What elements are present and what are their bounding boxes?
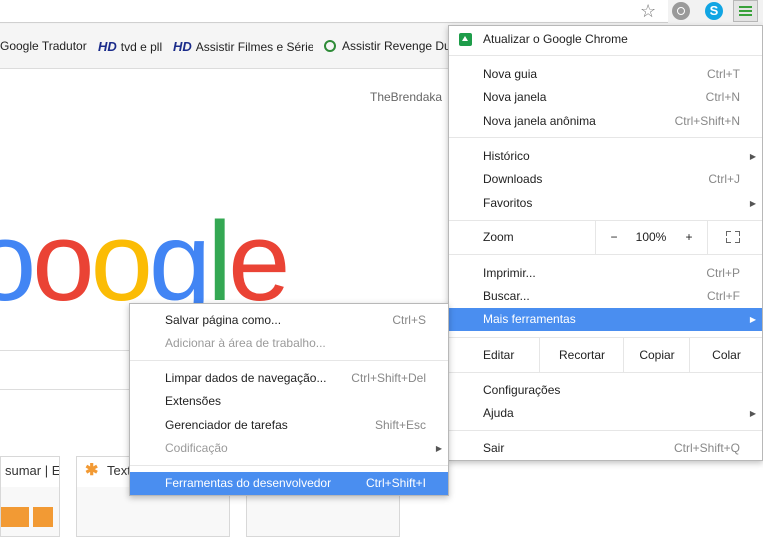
- tile-title: Text: [107, 463, 131, 478]
- menu-settings[interactable]: Configurações: [449, 379, 762, 402]
- update-icon: [459, 33, 472, 46]
- menu-label: Imprimir...: [483, 266, 536, 280]
- submenu-encoding: Codificação ▶: [130, 437, 448, 460]
- bookmark-google-tradutor[interactable]: Google Tradutor: [0, 39, 87, 53]
- menu-label: Atualizar o Google Chrome: [483, 32, 628, 46]
- menu-shortcut: Ctrl+Shift+Q: [673, 441, 740, 455]
- cut-button[interactable]: Recortar: [539, 338, 624, 372]
- menu-label: Ajuda: [483, 406, 514, 420]
- submenu-add-to-desktop: Adicionar à área de trabalho...: [130, 332, 448, 355]
- bookmark-tvd-e-pll[interactable]: HD tvd e pll: [98, 39, 162, 54]
- menu-label: Histórico: [483, 149, 530, 163]
- address-bar[interactable]: [0, 0, 668, 23]
- menu-update-chrome[interactable]: Atualizar o Google Chrome: [449, 28, 762, 51]
- submenu-save-page[interactable]: Salvar página como... Ctrl+S: [130, 309, 448, 332]
- menu-label: Favoritos: [483, 196, 533, 210]
- menu-new-incognito-window[interactable]: Nova janela anônima Ctrl+Shift+N: [449, 110, 762, 133]
- menu-edit-row: Editar Recortar Copiar Colar: [449, 338, 762, 372]
- menu-shortcut: Ctrl+J: [708, 172, 740, 186]
- browser-toolbar: ☆ S: [0, 0, 763, 24]
- menu-new-window[interactable]: Nova janela Ctrl+N: [449, 86, 762, 109]
- zoom-label: Zoom: [483, 230, 514, 244]
- menu-shortcut: Ctrl+Shift+I: [365, 476, 426, 490]
- menu-label: Nova janela anônima: [483, 114, 596, 128]
- search-box[interactable]: [0, 350, 140, 390]
- site-logo-icon: ✱: [85, 462, 99, 479]
- menu-shortcut: Ctrl+N: [705, 90, 740, 104]
- menu-downloads[interactable]: Downloads Ctrl+J: [449, 168, 762, 191]
- menu-label: Codificação: [165, 441, 228, 455]
- bookmark-label: Google Tradutor: [0, 39, 87, 53]
- menu-zoom-row: Zoom − 100% +: [449, 220, 762, 254]
- submenu-developer-tools[interactable]: Ferramentas do desenvolvedor Ctrl+Shift+…: [130, 472, 448, 495]
- menu-label: Configurações: [483, 383, 561, 397]
- chevron-right-icon: ▶: [435, 444, 442, 453]
- edit-label: Editar: [483, 348, 515, 362]
- bookmark-label: tvd e pll: [120, 40, 163, 54]
- paste-button[interactable]: Colar: [689, 338, 763, 372]
- submenu-extensions[interactable]: Extensões: [130, 390, 448, 413]
- menu-label: Adicionar à área de trabalho...: [165, 336, 326, 350]
- chrome-main-menu: Atualizar o Google Chrome Nova guia Ctrl…: [448, 25, 763, 461]
- zoom-in-button[interactable]: +: [671, 220, 707, 254]
- menu-label: Nova janela: [483, 90, 547, 104]
- copy-button[interactable]: Copiar: [623, 338, 690, 372]
- extension-icon[interactable]: [672, 2, 690, 20]
- menu-label: Downloads: [483, 172, 543, 186]
- bookmark-label: Assistir Revenge Du: [342, 39, 448, 53]
- menu-label: Limpar dados de navegação...: [165, 371, 327, 385]
- zoom-level: 100%: [635, 230, 667, 244]
- menu-shortcut: Ctrl+Shift+N: [674, 114, 740, 128]
- menu-label: Mais ferramentas: [483, 312, 576, 326]
- chevron-right-icon: ▶: [749, 152, 756, 161]
- submenu-clear-browsing-data[interactable]: Limpar dados de navegação... Ctrl+Shift+…: [130, 367, 448, 390]
- bookmark-star-icon[interactable]: ☆: [640, 1, 656, 21]
- menu-favorites[interactable]: Favoritos ▶: [449, 192, 762, 215]
- hd-icon: HD: [173, 39, 192, 54]
- menu-help[interactable]: Ajuda ▶: [449, 402, 762, 425]
- menu-shortcut: Ctrl+T: [707, 67, 740, 81]
- menu-find[interactable]: Buscar... Ctrl+F: [449, 285, 762, 308]
- menu-history[interactable]: Histórico ▶: [449, 145, 762, 168]
- bookmark-label: Assistir Filmes e Série: [195, 40, 313, 54]
- tile-title: sumar | Ec: [5, 463, 60, 478]
- menu-label: Extensões: [165, 394, 222, 408]
- chevron-right-icon: ▶: [749, 409, 756, 418]
- bookmark-assistir-revenge[interactable]: Assistir Revenge Du: [324, 39, 448, 53]
- skype-icon[interactable]: S: [705, 2, 723, 20]
- menu-shortcut: Ctrl+Shift+Del: [351, 371, 426, 385]
- menu-label: Gerenciador de tarefas: [165, 418, 288, 432]
- menu-shortcut: Shift+Esc: [374, 418, 426, 432]
- fullscreen-button[interactable]: [707, 220, 763, 254]
- menu-more-tools[interactable]: Mais ferramentas ▶: [449, 308, 762, 331]
- google-logo: ooogle: [0, 199, 290, 324]
- bookmark-assistir-filmes[interactable]: HD Assistir Filmes e Série: [173, 39, 313, 54]
- play-icon: [324, 40, 336, 52]
- menu-shortcut: Ctrl+F: [707, 289, 740, 303]
- most-visited-tile[interactable]: sumar | Ec: [0, 456, 60, 537]
- submenu-task-manager[interactable]: Gerenciador de tarefas Shift+Esc: [130, 414, 448, 437]
- tile-thumbnail: [1, 487, 59, 536]
- menu-label: Buscar...: [483, 289, 530, 303]
- menu-shortcut: Ctrl+P: [706, 266, 740, 280]
- chrome-menu-button[interactable]: [733, 0, 758, 22]
- menu-exit[interactable]: Sair Ctrl+Shift+Q: [449, 437, 762, 460]
- fullscreen-icon: [726, 231, 740, 243]
- menu-label: Ferramentas do desenvolvedor: [165, 476, 332, 490]
- menu-label: Sair: [483, 441, 505, 455]
- menu-label: Nova guia: [483, 67, 538, 81]
- menu-shortcut: Ctrl+S: [392, 313, 426, 327]
- zoom-out-button[interactable]: −: [595, 220, 632, 254]
- menu-label: Salvar página como...: [165, 313, 282, 327]
- menu-print[interactable]: Imprimir... Ctrl+P: [449, 262, 762, 285]
- more-tools-submenu: Salvar página como... Ctrl+S Adicionar à…: [129, 303, 449, 496]
- menu-new-tab[interactable]: Nova guia Ctrl+T: [449, 63, 762, 86]
- username-label[interactable]: TheBrendaka: [370, 90, 442, 104]
- hd-icon: HD: [98, 39, 117, 54]
- chevron-right-icon: ▶: [749, 315, 756, 324]
- chevron-right-icon: ▶: [749, 199, 756, 208]
